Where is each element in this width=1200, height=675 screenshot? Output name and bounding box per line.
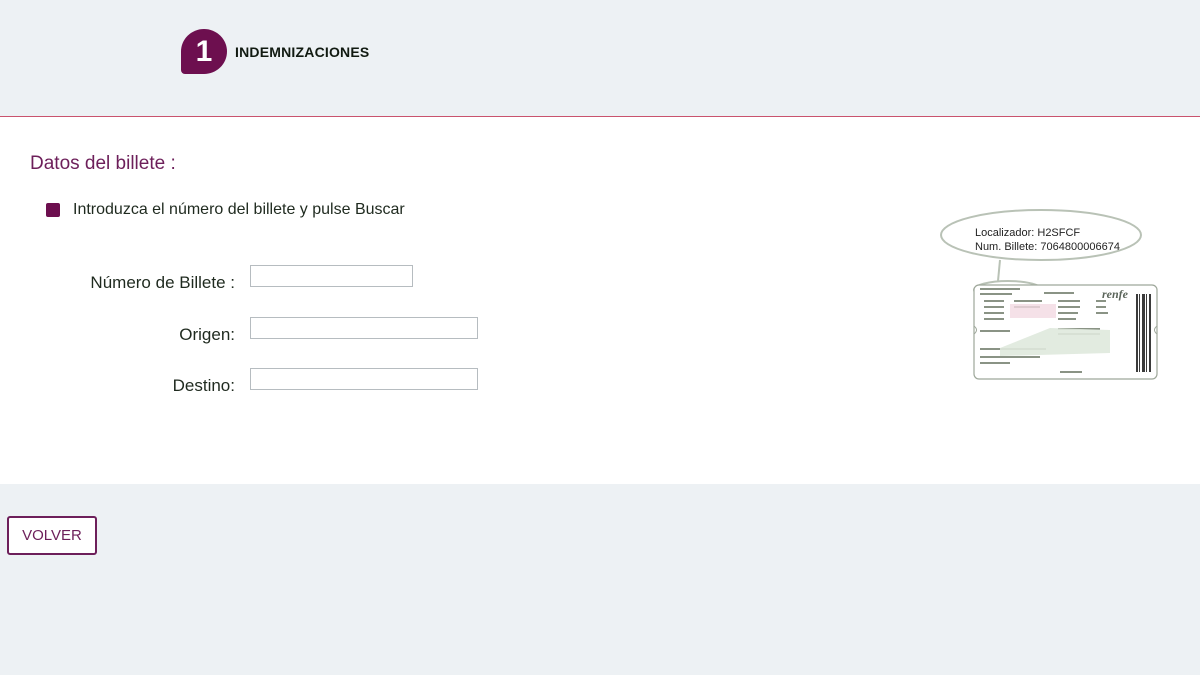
destination-label: Destino: <box>172 376 235 395</box>
ticket-number-label: Número de Billete : <box>90 273 235 292</box>
ticket-number-example-text: Num. Billete: 7064800006674 <box>975 241 1120 253</box>
header: 1 INDEMNIZACIONES <box>0 0 1200 116</box>
renfe-logo: renfe <box>1102 287 1129 301</box>
step-badge: 1 <box>181 29 227 74</box>
destination-input[interactable] <box>250 368 478 390</box>
back-button[interactable]: VOLVER <box>7 516 97 555</box>
section-title: Datos del billete : <box>30 153 176 174</box>
locator-text: Localizador: H2SFCF <box>975 227 1081 239</box>
origin-label: Origen: <box>179 325 235 344</box>
instruction-text: Introduzca el número del billete y pulse… <box>73 201 405 218</box>
step-title: INDEMNIZACIONES <box>235 44 370 60</box>
ticket-number-input[interactable] <box>250 265 413 287</box>
bullet-icon <box>46 203 60 217</box>
footer <box>0 484 1200 675</box>
origin-input[interactable] <box>250 317 478 339</box>
